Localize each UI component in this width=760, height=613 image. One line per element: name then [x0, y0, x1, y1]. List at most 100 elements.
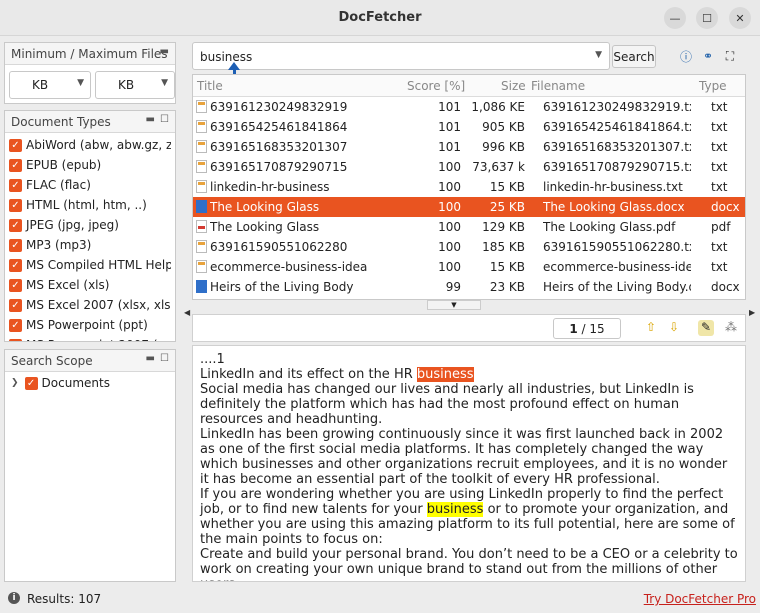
scope-root-label: Documents — [41, 376, 110, 390]
docx-file-icon — [196, 280, 207, 293]
list-item[interactable]: ✓ FLAC (flac) — [9, 175, 171, 195]
cell-score: 100 — [438, 180, 461, 194]
cell-size: 185 KB — [482, 240, 525, 254]
table-row[interactable]: linkedin-hr-business 100 15 KB linkedin-hr-… — [193, 177, 745, 197]
preview-text: LinkedIn and its effect on the HR — [200, 367, 417, 382]
checkbox-checked-icon[interactable]: ✓ — [9, 198, 22, 212]
list-item[interactable]: ✓ MS Powerpoint 2007 (pptx — [9, 335, 171, 341]
checkbox-checked-icon[interactable]: ✓ — [9, 278, 22, 292]
col-filename[interactable]: Filename — [531, 79, 585, 93]
table-row[interactable]: 639161230249832919 101 1,086 KE 63916123024… — [193, 97, 745, 117]
list-item[interactable]: ✓ MS Powerpoint (ppt) — [9, 315, 171, 335]
table-row[interactable]: The Looking Glass 100 129 KB The Looking Gl… — [193, 217, 745, 237]
html-preview-icon[interactable]: ⁂ — [723, 320, 739, 336]
cell-title: 639161230249832919 — [210, 100, 348, 114]
col-title[interactable]: Title — [197, 79, 223, 93]
next-occurrence-icon[interactable]: ⇩ — [666, 320, 682, 336]
compact-view-icon[interactable]: ⛶ — [722, 48, 738, 64]
search-query[interactable]: business — [200, 50, 252, 64]
checkbox-checked-icon[interactable]: ✓ — [24, 376, 38, 390]
list-item[interactable]: ✓ MS Compiled HTML Help (c — [9, 255, 171, 275]
maximize-panel-icon[interactable]: ☐ — [160, 114, 169, 125]
preview-heading: LinkedIn and its effect on the HR busine… — [200, 367, 738, 382]
link-icon[interactable]: ⚭ — [700, 48, 716, 64]
search-button[interactable]: Search — [612, 45, 656, 68]
minimize-panel-icon[interactable]: ▬ — [160, 46, 169, 57]
cell-score: 100 — [438, 260, 461, 274]
checkbox-checked-icon[interactable]: ✓ — [9, 158, 22, 172]
max-unit-select[interactable]: KB — [118, 78, 134, 92]
cell-score: 101 — [438, 140, 461, 154]
list-item[interactable]: ✓ MS Excel (xls) — [9, 275, 171, 295]
table-row[interactable]: Heirs of the Living Body 99 23 KB Heirs of … — [193, 277, 745, 297]
maximize-panel-icon[interactable]: ☐ — [160, 353, 169, 364]
highlight-toggle-icon[interactable]: ✎ — [698, 320, 714, 336]
table-row[interactable]: 639165170879290715 100 73,637 k 63916517087… — [193, 157, 745, 177]
checkbox-checked-icon[interactable]: ✓ — [9, 338, 22, 341]
results-table: Title Score [%] Size Filename Type 63916… — [192, 74, 746, 300]
pdf-file-icon — [196, 220, 207, 233]
list-item[interactable]: ✓ AbiWord (abw, abw.gz, zab — [9, 135, 171, 155]
minimize-panel-icon[interactable]: ▬ — [146, 353, 155, 364]
page-number: 1 — [569, 322, 578, 336]
previous-occurrence-icon[interactable]: ⇧ — [643, 320, 659, 336]
cell-type: docx — [711, 200, 740, 214]
table-row[interactable]: 639165425461841864 101 905 KB 6391654254618… — [193, 117, 745, 137]
txt-file-icon — [196, 140, 207, 153]
collapse-left-icon[interactable]: ◀ — [184, 308, 190, 317]
checkbox-checked-icon[interactable]: ✓ — [9, 218, 22, 232]
checkbox-checked-icon[interactable]: ✓ — [9, 258, 22, 272]
checkbox-checked-icon[interactable]: ✓ — [9, 138, 22, 152]
minimize-panel-icon[interactable]: ▬ — [146, 114, 155, 125]
help-icon[interactable]: ⓘ — [678, 48, 694, 64]
checkbox-checked-icon[interactable]: ✓ — [9, 318, 22, 332]
panel-header: Document Types ▬ ☐ — [5, 111, 175, 133]
col-score[interactable]: Score [%] — [407, 79, 465, 93]
collapse-right-icon[interactable]: ▶ — [749, 308, 755, 317]
checkbox-checked-icon[interactable]: ✓ — [9, 238, 22, 252]
preview-paragraph: LinkedIn has been growing continuously s… — [200, 427, 732, 487]
chevron-right-icon[interactable]: ❯ — [11, 378, 19, 388]
table-row[interactable]: 639161590551062280 100 185 KB 6391615905510… — [193, 237, 745, 257]
expand-results-icon[interactable]: ▼ — [427, 300, 481, 310]
cell-type: txt — [711, 260, 728, 274]
checkbox-checked-icon[interactable]: ✓ — [9, 178, 22, 192]
col-type[interactable]: Type — [699, 79, 727, 93]
list-item[interactable]: ✓ JPEG (jpg, jpeg) — [9, 215, 171, 235]
panel-header: Search Scope ▬ ☐ — [5, 350, 175, 372]
close-icon[interactable]: ✕ — [729, 7, 751, 29]
cell-size: 129 KB — [482, 220, 525, 234]
table-row[interactable]: The Looking Glass 100 25 KB The Looking Gla… — [193, 197, 745, 217]
table-row[interactable]: ecommerce-business-idea 100 15 KB ecommerce… — [193, 257, 745, 277]
scope-tree-item[interactable]: ❯ ✓ Documents — [5, 372, 175, 394]
search-input[interactable]: business ▼ — [192, 42, 610, 70]
cell-title: ecommerce-business-idea — [210, 260, 368, 274]
list-item[interactable]: ✓ EPUB (epub) — [9, 155, 171, 175]
minimize-icon[interactable]: — — [664, 7, 686, 29]
checkbox-checked-icon[interactable]: ✓ — [9, 298, 22, 312]
cell-title: Heirs of the Living Body — [210, 280, 354, 294]
chevron-down-icon[interactable]: ▼ — [161, 78, 168, 88]
cell-score: 100 — [438, 200, 461, 214]
cell-filename: ecommerce-business-idea.t — [543, 260, 691, 274]
preview-paragraph: Create and build your personal brand. Yo… — [200, 547, 738, 581]
status-bar: i Results: 107 Try DocFetcher Pro — [0, 586, 760, 613]
list-item[interactable]: ✓ HTML (html, htm, ..) — [9, 195, 171, 215]
doctype-label: MS Powerpoint (ppt) — [26, 318, 148, 332]
result-rows: 639161230249832919 101 1,086 KE 63916123024… — [193, 97, 745, 297]
chevron-down-icon[interactable]: ▼ — [595, 50, 602, 60]
max-size-field[interactable]: KB ▼ — [95, 71, 175, 99]
col-size[interactable]: Size — [501, 79, 526, 93]
chevron-down-icon[interactable]: ▼ — [77, 78, 84, 88]
cell-score: 100 — [438, 240, 461, 254]
table-row[interactable]: 639165168353201307 101 996 KB 6391651683532… — [193, 137, 745, 157]
search-match: business — [426, 502, 484, 517]
list-item[interactable]: ✓ MP3 (mp3) — [9, 235, 171, 255]
min-size-field[interactable]: KB ▼ — [9, 71, 91, 99]
pro-link[interactable]: Try DocFetcher Pro — [644, 592, 756, 606]
list-item[interactable]: ✓ MS Excel 2007 (xlsx, xlsm) — [9, 295, 171, 315]
maximize-icon[interactable]: ☐ — [696, 7, 718, 29]
document-types-panel: Document Types ▬ ☐ ✓ AbiWord (abw, abw.gz… — [4, 110, 176, 342]
min-unit-select[interactable]: KB — [32, 78, 48, 92]
cell-size: 905 KB — [482, 120, 525, 134]
